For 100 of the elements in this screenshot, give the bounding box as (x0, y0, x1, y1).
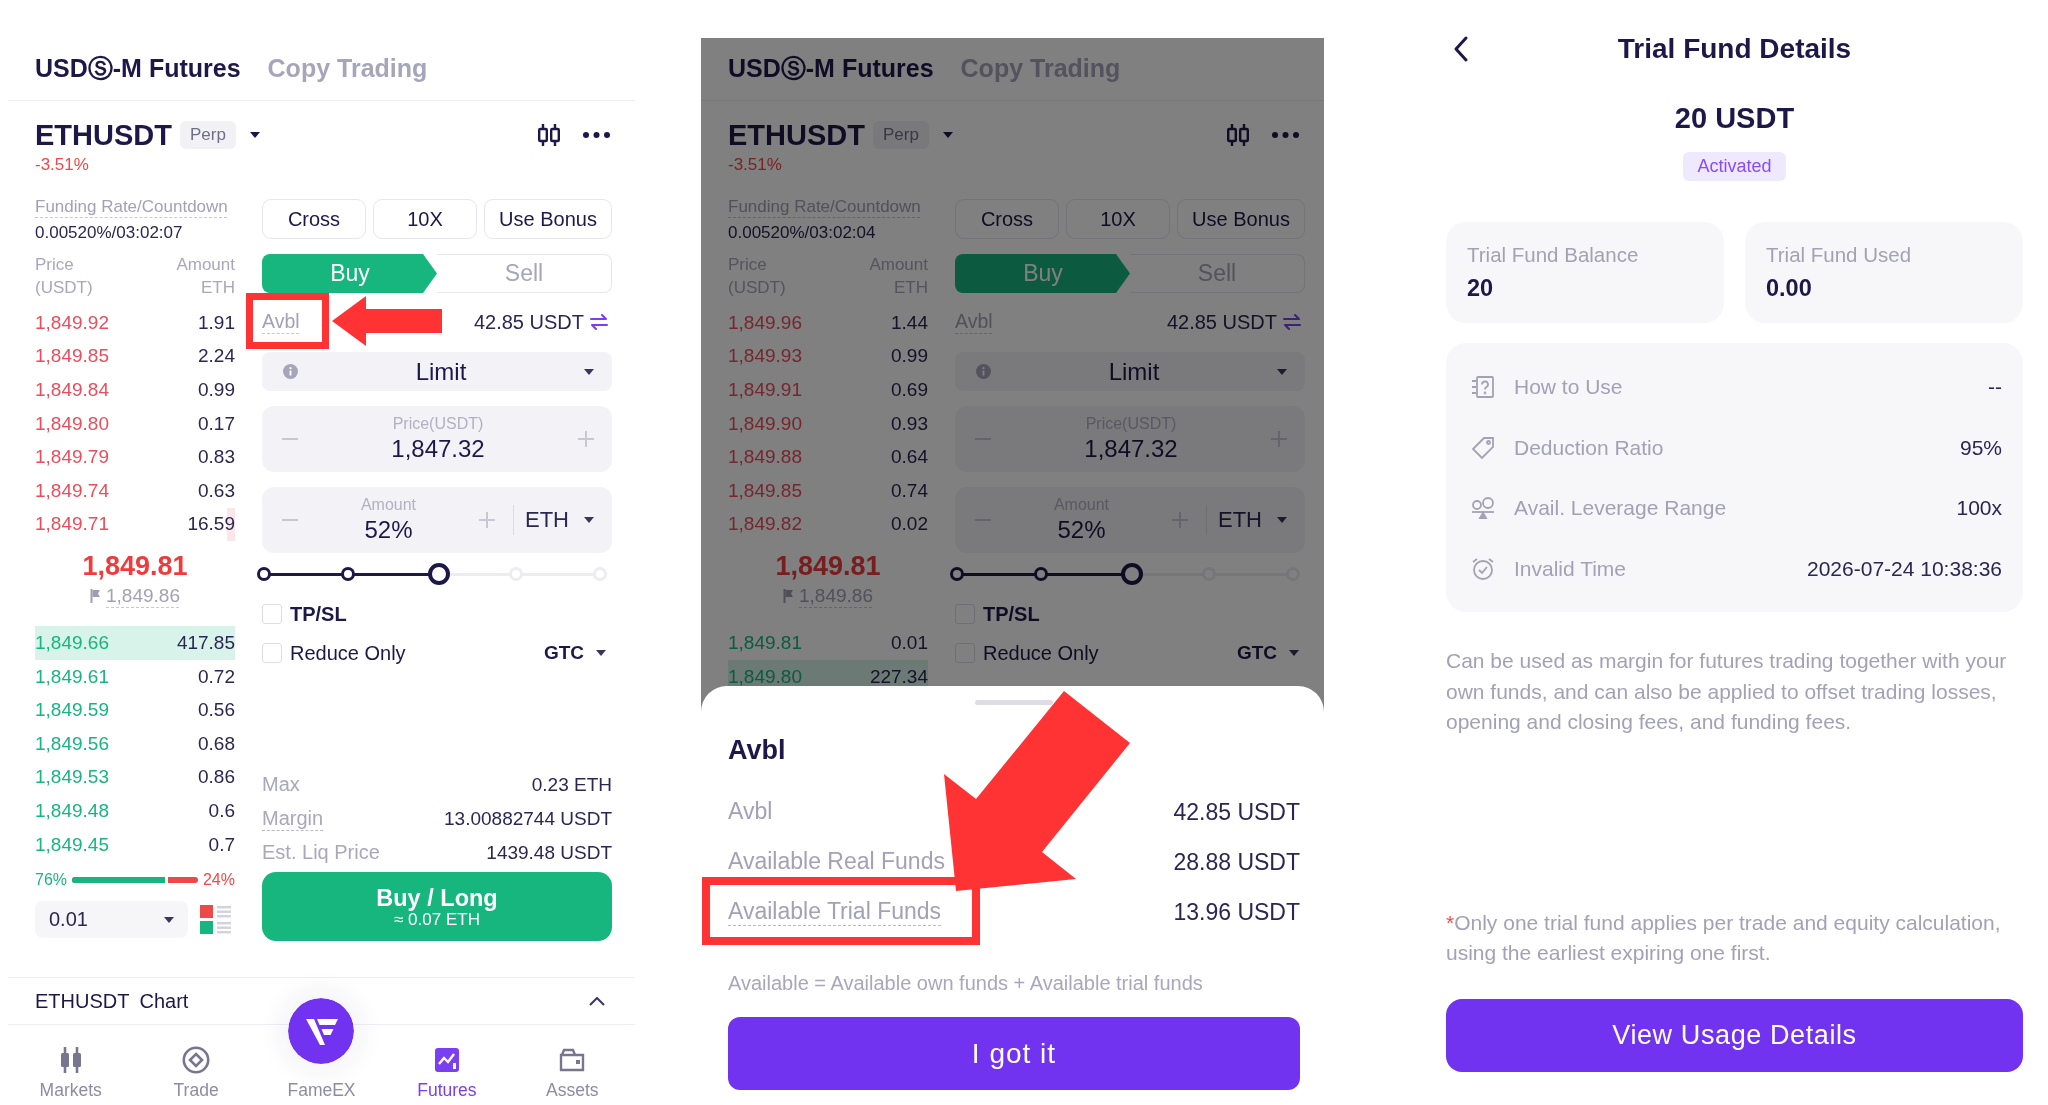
mode-button[interactable]: Use Bonus (1177, 199, 1305, 239)
fund-label: Available Trial Funds (728, 898, 942, 926)
order-book-row[interactable]: 1,849.81 0.01 (728, 626, 928, 660)
order-book-row[interactable]: 1,849.66 417.85 (35, 626, 235, 660)
description: Can be used as margin for futures trading together with your own funds, and can also be applied to offset trading losses, opening and closing fees, and funding fees. (1446, 648, 2008, 735)
header-tab[interactable]: USDⓈ-M Futures (35, 54, 241, 82)
caret-icon[interactable] (249, 132, 260, 138)
mode-button[interactable]: Cross (262, 199, 366, 239)
chevron-up-icon[interactable] (589, 996, 605, 1006)
header-tab[interactable]: USDⓈ-M Futures (728, 54, 934, 82)
amount-input[interactable]: Amount 52% ETH (262, 487, 612, 553)
order-type-dropdown[interactable]: Limit (262, 352, 612, 391)
order-book-row[interactable]: 1,849.90 0.93 (728, 406, 928, 441)
symbol-name[interactable]: ETHUSDT (35, 119, 172, 151)
order-book-row[interactable]: 1,849.61 0.72 (35, 659, 235, 694)
slider-thumb[interactable] (427, 563, 450, 585)
checkbox[interactable] (262, 604, 282, 624)
info-icon[interactable] (283, 364, 298, 379)
sell-ratio: 24% (202, 873, 235, 888)
option-label: Reduce Only (983, 641, 1099, 665)
order-book-row[interactable]: 1,849.96 1.44 (728, 306, 928, 340)
order-book-row[interactable]: 1,849.93 0.99 (728, 339, 928, 374)
funding-label[interactable]: Funding Rate/Countdown (35, 197, 228, 217)
mode-button[interactable]: 10X (1066, 199, 1170, 239)
mode-button[interactable]: 10X (373, 199, 477, 239)
mark-price[interactable]: 1,849.86 (106, 585, 180, 608)
candlestick-icon[interactable] (536, 123, 562, 147)
wallet-icon (558, 1046, 587, 1074)
column-unit: ETH (201, 277, 235, 299)
symbol-name[interactable]: ETHUSDT (728, 119, 865, 151)
tag-icon (1471, 435, 1495, 460)
order-book-row[interactable]: 1,849.91 0.69 (728, 373, 928, 407)
unit-dropdown[interactable]: ETH (1207, 507, 1287, 533)
fund-value: 28.88 USDT (1173, 848, 1300, 876)
slider-stop-icon[interactable] (950, 567, 964, 581)
summary-value: 13.00882744 USDT (444, 808, 612, 830)
confirm-button[interactable]: I got it (728, 1017, 1300, 1090)
view-details-button[interactable]: View Usage Details (1446, 998, 2023, 1072)
swap-icon[interactable] (1283, 314, 1301, 330)
info-value: 95% (1959, 435, 2002, 460)
price-change: -3.51% (728, 156, 783, 174)
swap-icon[interactable] (590, 314, 608, 330)
book-layout-icon[interactable] (200, 904, 231, 935)
available-label[interactable]: Avbl (262, 310, 300, 332)
order-book-row[interactable]: 1,849.84 0.99 (35, 373, 235, 407)
order-book-row[interactable]: 1,849.74 0.63 (35, 473, 235, 508)
slider-thumb[interactable] (1120, 563, 1143, 585)
slider-stop-icon[interactable] (257, 567, 271, 581)
contract-badge: Perp (179, 121, 236, 149)
drag-handle[interactable] (975, 700, 1053, 705)
order-book-row[interactable]: 1,849.53 0.86 (35, 760, 235, 795)
alarm-clock-icon (1471, 556, 1495, 581)
back-icon[interactable] (1453, 36, 1469, 62)
option-label: Reduce Only (290, 641, 406, 665)
order-book-row[interactable]: 1,849.59 0.56 (35, 693, 235, 727)
slider-stop-icon[interactable] (1034, 567, 1048, 581)
nav-item[interactable]: Futures (384, 1025, 510, 1105)
nav-item[interactable]: FameEX (258, 998, 385, 1105)
checkbox[interactable] (262, 643, 282, 663)
order-type-dropdown[interactable]: Limit (955, 352, 1305, 391)
chart-label[interactable]: Chart (139, 989, 189, 1013)
side-tab[interactable]: Buy (262, 254, 437, 293)
more-icon[interactable] (583, 132, 610, 138)
order-button[interactable]: Buy / Long ≈ 0.07 ETH (262, 872, 612, 941)
order-book-row[interactable]: 1,849.80 0.17 (35, 406, 235, 441)
footnote: *Only one trial fund applies per trade and equity calculation, using the earliest expiring one first. (1446, 909, 2002, 966)
nav-item[interactable]: Assets (509, 1025, 635, 1105)
order-book-row[interactable]: 1,849.92 1.91 (35, 306, 235, 340)
caret-icon (1289, 650, 1299, 656)
order-book-row[interactable]: 1,849.45 0.7 (35, 827, 235, 862)
mode-button[interactable]: Cross (955, 199, 1059, 239)
column-header: Amount (176, 254, 235, 276)
chart-symbol[interactable]: ETHUSDT (35, 989, 130, 1013)
seesaw-icon (1471, 496, 1495, 521)
order-book-row[interactable]: 1,849.85 2.24 (35, 339, 235, 374)
order-book-row[interactable]: 1,849.48 0.6 (35, 794, 235, 828)
available-value: 42.85 USDT (473, 310, 584, 334)
nav-item[interactable]: Markets (8, 1025, 134, 1105)
fund-label: Avbl (728, 798, 773, 826)
caret-icon (584, 517, 594, 523)
contract-badge: Perp (872, 121, 929, 149)
nav-item[interactable]: Trade (133, 1025, 259, 1105)
time-in-force-dropdown[interactable]: GTC (543, 642, 606, 664)
unit-dropdown[interactable]: ETH (514, 507, 594, 533)
info-label: Avail. Leverage Range (1514, 496, 1727, 521)
info-icon[interactable] (976, 364, 991, 379)
order-book-row[interactable]: 1,849.82 0.02 (728, 507, 928, 542)
status-badge: Activated (1683, 152, 1786, 181)
order-book-row[interactable]: 1,849.85 0.74 (728, 473, 928, 508)
last-price: 1,849.81 (775, 551, 881, 582)
order-book-row[interactable]: 1,849.88 0.64 (728, 440, 928, 474)
mode-button[interactable]: Use Bonus (484, 199, 612, 239)
slider-stop-icon[interactable] (341, 567, 355, 581)
flag-icon (90, 589, 101, 604)
order-book-row[interactable]: 1,849.71 16.59 (35, 507, 235, 542)
order-book-row[interactable]: 1,849.56 0.68 (35, 726, 235, 761)
logo-icon (288, 998, 355, 1064)
order-book-row[interactable]: 1,849.79 0.83 (35, 440, 235, 474)
time-in-force-dropdown[interactable]: GTC (1236, 642, 1299, 664)
depth-dropdown[interactable]: 0.01 (35, 901, 188, 939)
